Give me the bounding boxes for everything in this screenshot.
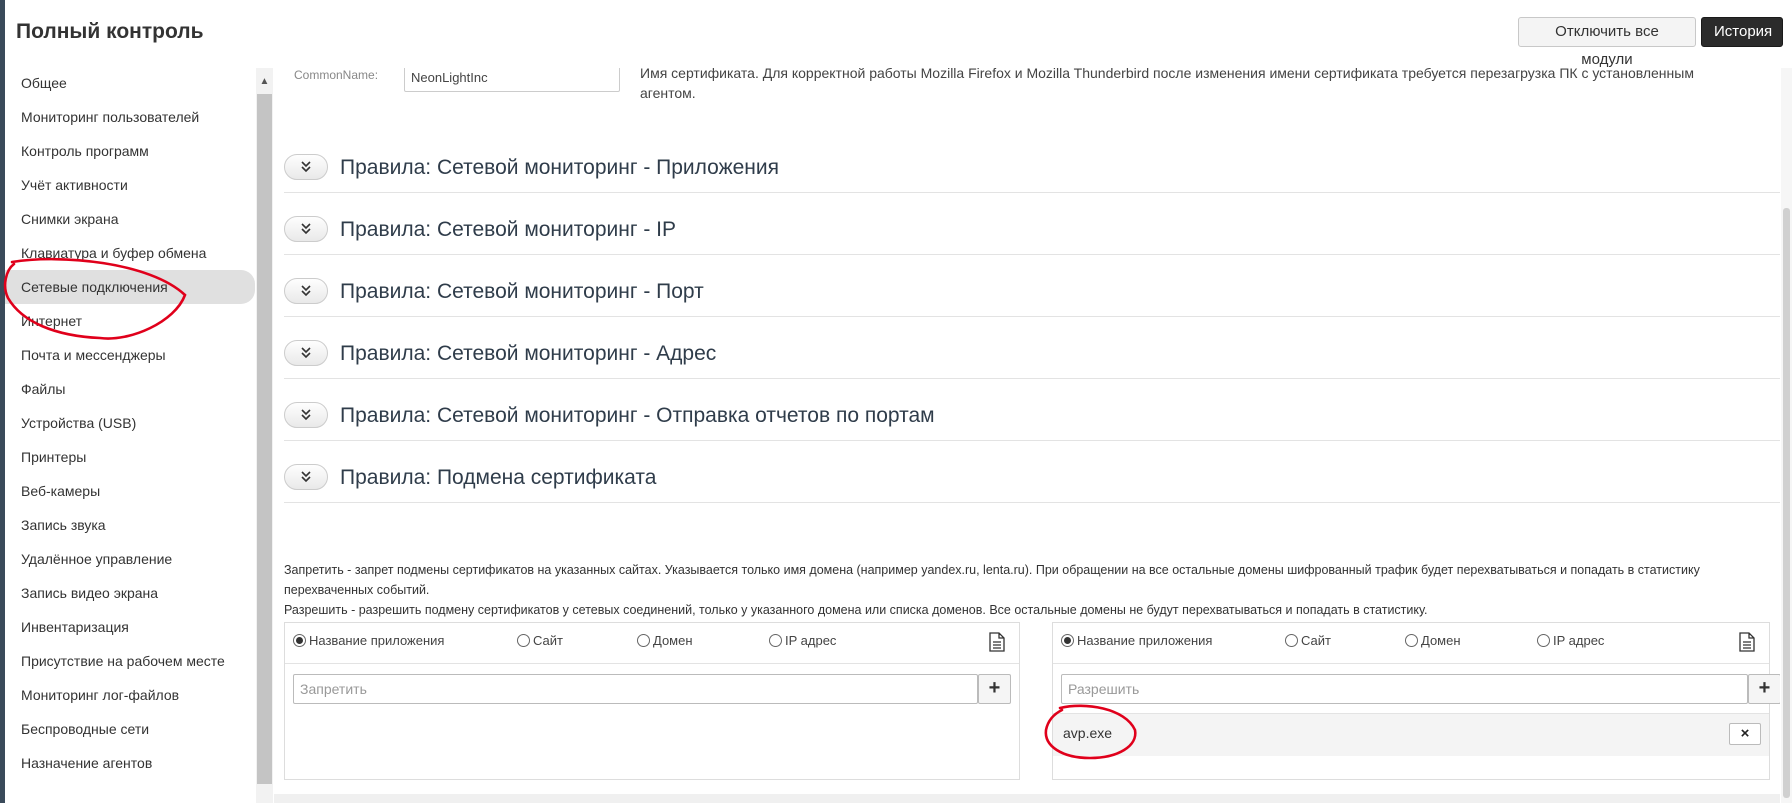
sidebar-item-keyboard[interactable]: Клавиатура и буфер обмена — [5, 236, 255, 270]
section-cert-substitution[interactable]: Правила: Подмена сертификата — [284, 452, 1780, 503]
radio-app-name[interactable]: Название приложения — [1061, 633, 1212, 648]
sidebar-item-activity[interactable]: Учёт активности — [5, 168, 255, 202]
allow-description: Разрешить - разрешить подмену сертификат… — [284, 603, 1428, 617]
sidebar-item-wireless[interactable]: Беспроводные сети — [5, 712, 255, 746]
section-address[interactable]: Правила: Сетевой мониторинг - Адрес — [284, 328, 1780, 379]
document-icon[interactable] — [1739, 632, 1755, 652]
radio-domain[interactable]: Домен — [637, 633, 693, 648]
radio-site[interactable]: Сайт — [517, 633, 563, 648]
document-icon[interactable] — [989, 632, 1005, 652]
horizontal-scrollbar[interactable] — [274, 794, 1780, 803]
chevron-double-down-icon — [301, 285, 311, 297]
sidebar-item-usb[interactable]: Устройства (USB) — [5, 406, 255, 440]
radio-checked-icon[interactable] — [1061, 634, 1074, 647]
disable-all-modules-button[interactable]: Отключить все модули — [1518, 17, 1696, 68]
sidebar-item-files[interactable]: Файлы — [5, 372, 255, 406]
expand-toggle[interactable] — [284, 464, 328, 490]
radio-ip[interactable]: IP адрес — [1537, 633, 1604, 648]
chevron-double-down-icon — [301, 471, 311, 483]
radio-icon[interactable] — [637, 634, 650, 647]
section-title: Правила: Сетевой мониторинг - IP — [340, 218, 676, 241]
deny-description: Запретить - запрет подмены сертификатов … — [284, 563, 1700, 597]
page-title: Полный контроль — [16, 20, 204, 43]
section-port[interactable]: Правила: Сетевой мониторинг - Порт — [284, 266, 1780, 317]
radio-icon[interactable] — [769, 634, 782, 647]
history-button[interactable]: История — [1701, 17, 1783, 47]
deny-input[interactable]: Запретить — [293, 674, 978, 704]
radio-icon[interactable] — [517, 634, 530, 647]
sidebar-scroll-thumb[interactable] — [257, 94, 272, 784]
radio-site[interactable]: Сайт — [1285, 633, 1331, 648]
chevron-double-down-icon — [301, 347, 311, 359]
add-allow-button[interactable]: + — [1748, 674, 1780, 704]
sidebar-item-agents[interactable]: Назначение агентов — [5, 746, 255, 780]
sidebar-item-screenshots[interactable]: Снимки экрана — [5, 202, 255, 236]
cert-common-name-label: CommonName: — [294, 68, 379, 82]
sidebar-item-internet[interactable]: Интернет — [5, 304, 255, 338]
sidebar-item-inventory[interactable]: Инвентаризация — [5, 610, 255, 644]
section-title: Правила: Сетевой мониторинг - Порт — [340, 280, 704, 303]
sidebar-item-user-monitoring[interactable]: Мониторинг пользователей — [5, 100, 255, 134]
sidebar-scrollbar[interactable]: ▲ — [256, 68, 273, 803]
radio-app-name[interactable]: Название приложения — [293, 633, 444, 648]
main-scrollbar[interactable] — [1781, 68, 1792, 803]
sidebar-item-printers[interactable]: Принтеры — [5, 440, 255, 474]
chevron-double-down-icon — [301, 409, 311, 421]
sidebar-item-logs[interactable]: Мониторинг лог-файлов — [5, 678, 255, 712]
expand-toggle[interactable] — [284, 216, 328, 242]
add-deny-button[interactable]: + — [978, 674, 1011, 704]
allow-panel: Название приложения Сайт Домен IP адрес … — [1052, 622, 1780, 780]
section-ip[interactable]: Правила: Сетевой мониторинг - IP — [284, 204, 1780, 255]
cert-note: Имя сертификата. Для корректной работы M… — [640, 68, 1694, 101]
expand-toggle[interactable] — [284, 340, 328, 366]
remove-item-button[interactable]: × — [1729, 723, 1761, 745]
list-item: avp.exe × — [1053, 713, 1769, 756]
allow-item-name: avp.exe — [1063, 725, 1113, 741]
section-title: Правила: Подмена сертификата — [340, 466, 657, 489]
main-scroll-thumb[interactable] — [1783, 208, 1790, 798]
sidebar: Общее Мониторинг пользователей Контроль … — [5, 68, 255, 803]
radio-icon[interactable] — [1405, 634, 1418, 647]
sidebar-item-presence[interactable]: Присутствие на рабочем месте — [5, 644, 255, 678]
section-title: Правила: Сетевой мониторинг - Адрес — [340, 342, 717, 365]
radio-domain[interactable]: Домен — [1405, 633, 1461, 648]
radio-checked-icon[interactable] — [293, 634, 306, 647]
sidebar-item-mail[interactable]: Почта и мессенджеры — [5, 338, 255, 372]
expand-toggle[interactable] — [284, 154, 328, 180]
sidebar-item-network[interactable]: Сетевые подключения — [5, 270, 255, 304]
chevron-double-down-icon — [301, 161, 311, 173]
sidebar-item-program-control[interactable]: Контроль программ — [5, 134, 255, 168]
deny-panel: Название приложения Сайт Домен IP адрес … — [284, 622, 1020, 780]
allow-input[interactable]: Разрешить — [1061, 674, 1748, 704]
sidebar-item-general[interactable]: Общее — [5, 68, 255, 100]
expand-toggle[interactable] — [284, 402, 328, 428]
section-port-reports[interactable]: Правила: Сетевой мониторинг - Отправка о… — [284, 390, 1780, 441]
radio-icon[interactable] — [1285, 634, 1298, 647]
main-content: CommonName: NeonLightInc Имя сертификата… — [274, 68, 1780, 803]
expand-toggle[interactable] — [284, 278, 328, 304]
section-apps[interactable]: Правила: Сетевой мониторинг - Приложения — [284, 142, 1780, 193]
section-title: Правила: Сетевой мониторинг - Приложения — [340, 156, 780, 179]
sidebar-item-webcams[interactable]: Веб-камеры — [5, 474, 255, 508]
chevron-double-down-icon — [301, 223, 311, 235]
deny-radio-group: Название приложения Сайт Домен IP адрес — [285, 623, 1019, 664]
cert-common-name-input[interactable]: NeonLightInc — [404, 68, 620, 92]
sidebar-item-remote[interactable]: Удалённое управление — [5, 542, 255, 576]
section-title: Правила: Сетевой мониторинг - Отправка о… — [340, 404, 935, 427]
radio-icon[interactable] — [1537, 634, 1550, 647]
sidebar-item-audio[interactable]: Запись звука — [5, 508, 255, 542]
sidebar-item-video[interactable]: Запись видео экрана — [5, 576, 255, 610]
allow-radio-group: Название приложения Сайт Домен IP адрес — [1053, 623, 1769, 664]
radio-ip[interactable]: IP адрес — [769, 633, 836, 648]
scroll-up-icon[interactable]: ▲ — [256, 76, 273, 87]
